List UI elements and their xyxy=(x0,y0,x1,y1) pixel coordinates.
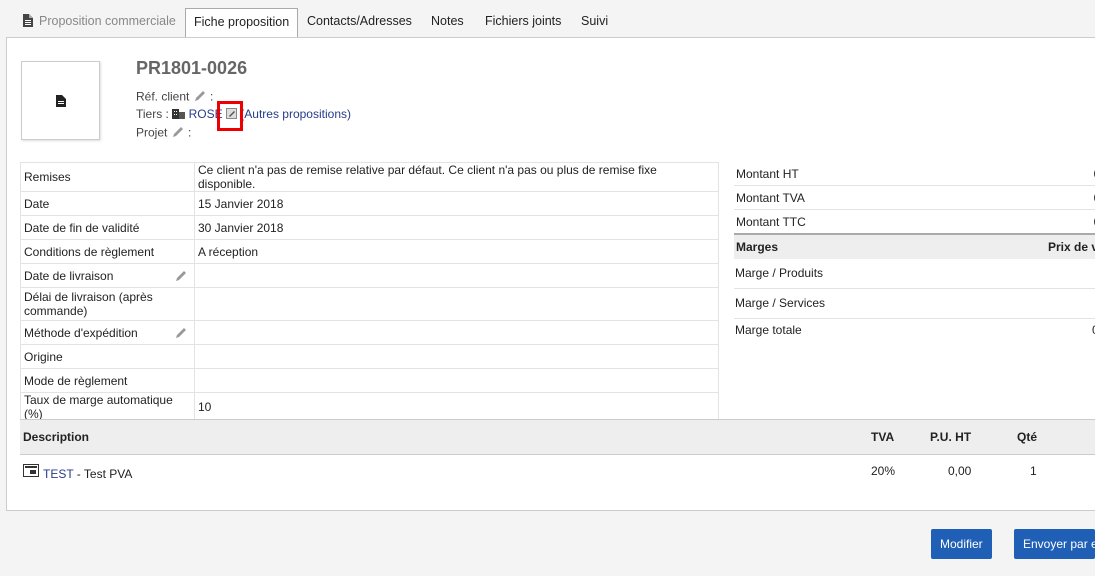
autres-propositions-link[interactable]: (Autres propositions) xyxy=(240,107,351,121)
product-label: - Test PVA xyxy=(76,467,133,481)
table-row: Mode de règlement xyxy=(20,368,719,393)
methode-value xyxy=(194,320,719,345)
document-icon xyxy=(56,95,66,107)
pu-ht-header: P.U. HT xyxy=(930,430,972,444)
table-row: Remises Ce client n'a pas de remise relat… xyxy=(20,162,719,192)
fin-validite-value: 30 Janvier 2018 xyxy=(194,215,719,240)
taux-marge-label: Taux de marge automatique (%) xyxy=(20,392,195,422)
fin-validite-label: Date de fin de validité xyxy=(20,215,195,240)
tab-proposition-commerciale[interactable]: Proposition commerciale xyxy=(23,8,176,37)
table-row: Montant TVA 0,00 xyxy=(734,185,1095,210)
qte-header: Qté xyxy=(1017,430,1038,444)
table-row: Date de livraison xyxy=(20,263,719,288)
methode-cell: Méthode d'expédition xyxy=(20,320,195,345)
tab-suivi[interactable]: Suivi xyxy=(581,8,608,37)
montant-tva-value: 0,00 xyxy=(1024,185,1095,210)
livraison-cell: Date de livraison xyxy=(20,263,195,288)
date-label: Date xyxy=(20,191,195,216)
taux-marge-value: 10 xyxy=(194,392,719,422)
totals-table: Montant HT 0,00 Montant TVA 0,00 Montant T… xyxy=(734,162,1095,234)
tab-fiche-proposition[interactable]: Fiche proposition xyxy=(185,8,299,38)
description-header: Description xyxy=(23,430,90,444)
object-thumbnail xyxy=(21,61,100,140)
edit-pencil-icon[interactable] xyxy=(174,269,188,286)
origine-value xyxy=(194,344,719,369)
montant-ht-label: Montant HT xyxy=(734,162,1003,186)
proposal-ref: PR1801-0026 xyxy=(136,58,248,78)
table-row: Marge / Services xyxy=(734,289,1095,319)
marge-produits-label: Marge / Produits xyxy=(735,266,824,280)
table-row: Origine xyxy=(20,344,719,369)
table-row: Montant TTC 0,00 xyxy=(734,209,1095,234)
product-icon xyxy=(23,464,39,480)
info-table: Remises Ce client n'a pas de remise relat… xyxy=(20,162,719,422)
tab-fichiers-joints[interactable]: Fichiers joints xyxy=(485,8,561,37)
ref-client-label: Réf. client xyxy=(136,89,190,104)
montant-ttc-value: 0,00 xyxy=(1024,209,1095,234)
product-ref-link[interactable]: TEST xyxy=(43,467,73,481)
highlight-box xyxy=(217,101,243,131)
marges-header: Marges Prix de ve xyxy=(734,233,1095,259)
tva-header: TVA xyxy=(871,430,895,444)
montant-tva-label: Montant TVA xyxy=(734,185,1003,210)
document-icon xyxy=(23,10,33,27)
table-row: Méthode d'expédition xyxy=(20,320,719,345)
marges-table: Marges Prix de ve Marge / Produits Marge… xyxy=(734,233,1095,348)
table-row: TEST - Test PVA 20% 0,00 1 xyxy=(20,455,1095,491)
montant-ttc-label: Montant TTC xyxy=(734,209,1003,234)
building-icon xyxy=(172,107,186,121)
delai-label: Délai de livraison (après commande) xyxy=(20,287,195,321)
livraison-label: Date de livraison xyxy=(24,268,114,283)
montant-ht-value: 0,00 xyxy=(1024,162,1095,186)
line-description: TEST - Test PVA xyxy=(43,467,132,481)
prix-vente-header: Prix de ve xyxy=(1048,240,1095,254)
colon: : xyxy=(188,125,192,140)
conditions-value: A réception xyxy=(194,239,719,264)
tab-label: Proposition commerciale xyxy=(39,14,176,28)
table-row: Conditions de règlement A réception xyxy=(20,239,719,264)
line-qte: 1 xyxy=(1030,464,1037,478)
remises-label: Remises xyxy=(20,162,195,192)
projet-row: Projet : xyxy=(136,125,191,142)
modifier-button[interactable]: Modifier xyxy=(931,529,992,559)
envoyer-email-button[interactable]: Envoyer par e xyxy=(1014,529,1095,559)
table-row: Taux de marge automatique (%) 10 xyxy=(20,392,719,422)
tab-notes[interactable]: Notes xyxy=(431,8,464,37)
livraison-value xyxy=(194,263,719,288)
tab-contacts-adresses[interactable]: Contacts/Adresses xyxy=(307,8,412,37)
edit-pencil-icon[interactable] xyxy=(193,89,207,106)
lines-header: Description TVA P.U. HT Qté xyxy=(20,419,1095,455)
marge-totale-label: Marge totale xyxy=(735,323,802,337)
line-tva: 20% xyxy=(871,464,896,478)
methode-label: Méthode d'expédition xyxy=(24,325,138,340)
ref-client-row: Réf. client : xyxy=(136,89,213,106)
table-row: Montant HT 0,00 xyxy=(734,162,1095,186)
tiers-label: Tiers : xyxy=(136,107,169,121)
origine-label: Origine xyxy=(20,344,195,369)
table-row: Délai de livraison (après commande) xyxy=(20,287,719,321)
lines-table: Description TVA P.U. HT Qté TEST - Test … xyxy=(20,419,1095,491)
edit-pencil-icon[interactable] xyxy=(171,125,185,142)
table-row: Marge totale0 xyxy=(734,319,1095,348)
table-row: Marge / Produits xyxy=(734,259,1095,289)
mode-reglement-label: Mode de règlement xyxy=(20,368,195,393)
colon: : xyxy=(210,89,214,104)
tiers-row: Tiers : ROSE (Autres propositions) xyxy=(136,107,351,121)
projet-label: Projet xyxy=(136,125,168,140)
remises-value: Ce client n'a pas de remise relative par… xyxy=(194,162,719,192)
mode-reglement-value xyxy=(194,368,719,393)
table-row: Date 15 Janvier 2018 xyxy=(20,191,719,216)
line-pu-ht: 0,00 xyxy=(948,464,972,478)
table-row: Date de fin de validité 30 Janvier 2018 xyxy=(20,215,719,240)
edit-pencil-icon[interactable] xyxy=(174,326,188,343)
delai-value xyxy=(194,287,719,321)
conditions-label: Conditions de règlement xyxy=(20,239,195,264)
date-value: 15 Janvier 2018 xyxy=(194,191,719,216)
marge-services-label: Marge / Services xyxy=(735,296,826,310)
tab-bar: Proposition commerciale Fiche propositio… xyxy=(0,0,1095,38)
marges-title: Marges xyxy=(736,240,779,254)
